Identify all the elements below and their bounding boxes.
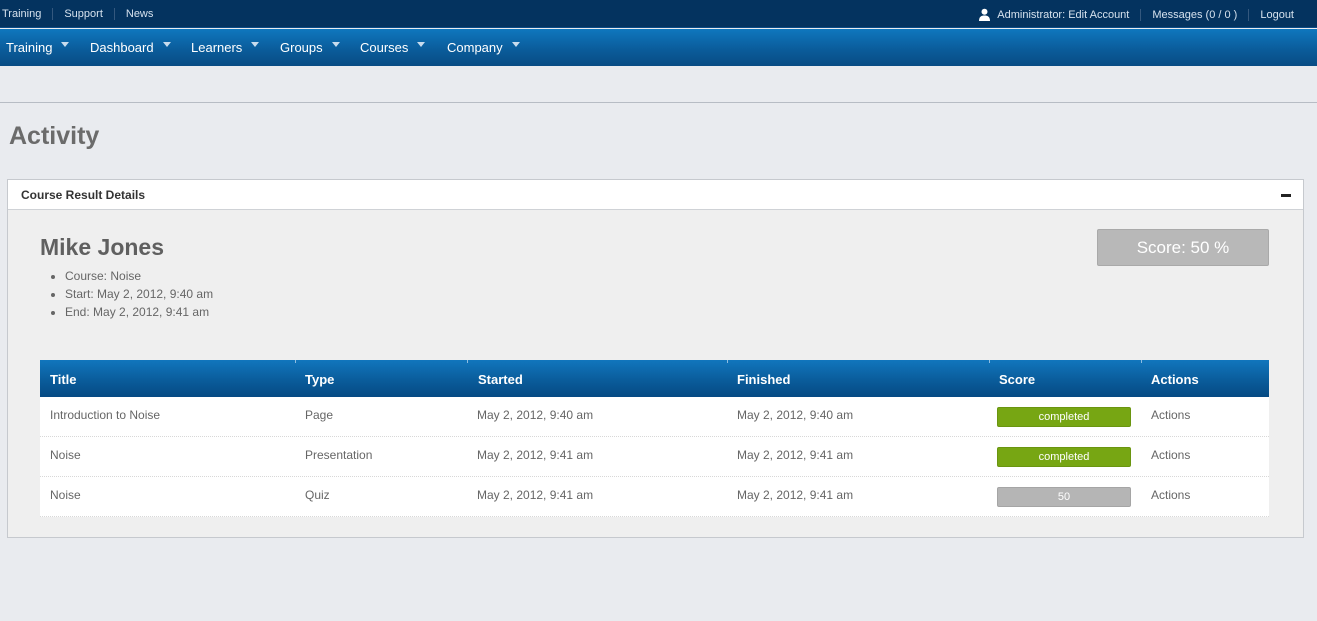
cell-started: May 2, 2012, 9:41 am — [477, 488, 594, 502]
nav-label: Learners — [191, 40, 243, 55]
column-divider — [727, 360, 728, 363]
panel-header: Course Result Details — [8, 180, 1303, 210]
chevron-down-icon — [511, 42, 520, 47]
chevron-down-icon — [331, 42, 340, 47]
user-icon — [978, 8, 991, 21]
score-status-badge: completed — [997, 407, 1131, 427]
detail-end: End: May 2, 2012, 9:41 am — [65, 303, 213, 321]
column-divider — [989, 360, 990, 363]
table-row: Noise Quiz May 2, 2012, 9:41 am May 2, 2… — [40, 477, 1269, 517]
main-nav: Training Dashboard Learners Groups Cours… — [0, 29, 1317, 66]
detail-course: Course: Noise — [65, 267, 213, 285]
nav-dashboard[interactable]: Dashboard — [90, 29, 171, 66]
cell-title: Introduction to Noise — [50, 408, 161, 422]
cell-type: Presentation — [305, 448, 373, 462]
nav-label: Courses — [360, 40, 409, 55]
cell-finished: May 2, 2012, 9:41 am — [737, 488, 854, 502]
nav-label: Groups — [280, 40, 323, 55]
table-row: Introduction to Noise Page May 2, 2012, … — [40, 397, 1269, 437]
top-link-training[interactable]: Training — [2, 8, 52, 20]
table-row: Noise Presentation May 2, 2012, 9:41 am … — [40, 437, 1269, 477]
actions-link[interactable]: Actions — [1151, 448, 1190, 462]
header-started[interactable]: Started — [478, 372, 523, 387]
page-title: Activity — [9, 122, 100, 150]
nav-label: Company — [447, 40, 503, 55]
header-actions: Actions — [1151, 372, 1199, 387]
score-status-badge: completed — [997, 447, 1131, 467]
course-result-panel: Course Result Details Mike Jones Course:… — [7, 179, 1304, 538]
column-divider — [467, 360, 468, 363]
account-links: Administrator: Edit Account Messages (0 … — [967, 8, 1305, 21]
chevron-down-icon — [251, 42, 260, 47]
chevron-down-icon — [417, 42, 426, 47]
actions-link[interactable]: Actions — [1151, 408, 1190, 422]
score-badge: Score: 50 % — [1097, 229, 1269, 266]
edit-account-link[interactable]: Administrator: Edit Account — [967, 8, 1140, 21]
column-divider — [295, 360, 296, 363]
header-type[interactable]: Type — [305, 372, 334, 387]
cell-title: Noise — [50, 488, 81, 502]
nav-training[interactable]: Training — [6, 29, 70, 66]
chevron-down-icon — [162, 42, 171, 47]
cell-type: Quiz — [305, 488, 330, 502]
cell-title: Noise — [50, 448, 81, 462]
chevron-down-icon — [61, 42, 70, 47]
panel-title: Course Result Details — [21, 188, 146, 202]
nav-learners[interactable]: Learners — [191, 29, 260, 66]
column-divider — [1141, 360, 1142, 363]
divider — [0, 102, 1317, 103]
score-value-badge: 50 — [997, 487, 1131, 507]
nav-label: Dashboard — [90, 40, 154, 55]
nav-courses[interactable]: Courses — [360, 29, 426, 66]
collapse-icon[interactable] — [1281, 194, 1291, 197]
cell-started: May 2, 2012, 9:41 am — [477, 448, 594, 462]
top-link-news[interactable]: News — [113, 8, 165, 20]
cell-finished: May 2, 2012, 9:40 am — [737, 408, 854, 422]
nav-label: Training — [6, 40, 53, 55]
cell-started: May 2, 2012, 9:40 am — [477, 408, 594, 422]
header-finished[interactable]: Finished — [737, 372, 790, 387]
header-title[interactable]: Title — [50, 372, 77, 387]
learner-name: Mike Jones — [40, 234, 164, 260]
nav-company[interactable]: Company — [447, 29, 520, 66]
results-table: Title Type Started Finished Score Action… — [40, 360, 1269, 517]
edit-account-label: Administrator: Edit Account — [997, 8, 1130, 21]
detail-start: Start: May 2, 2012, 9:40 am — [65, 285, 213, 303]
top-links: Training Support News — [2, 8, 164, 20]
nav-groups[interactable]: Groups — [280, 29, 340, 66]
cell-finished: May 2, 2012, 9:41 am — [737, 448, 854, 462]
logout-link[interactable]: Logout — [1248, 8, 1305, 21]
header-score[interactable]: Score — [999, 372, 1035, 387]
table-header: Title Type Started Finished Score Action… — [40, 360, 1269, 397]
actions-link[interactable]: Actions — [1151, 488, 1190, 502]
top-link-support[interactable]: Support — [52, 8, 114, 20]
course-details: Course: Noise Start: May 2, 2012, 9:40 a… — [65, 267, 213, 321]
cell-type: Page — [305, 408, 334, 422]
top-utility-bar: Training Support News Administrator: Edi… — [0, 0, 1317, 28]
messages-link[interactable]: Messages (0 / 0 ) — [1140, 8, 1248, 21]
